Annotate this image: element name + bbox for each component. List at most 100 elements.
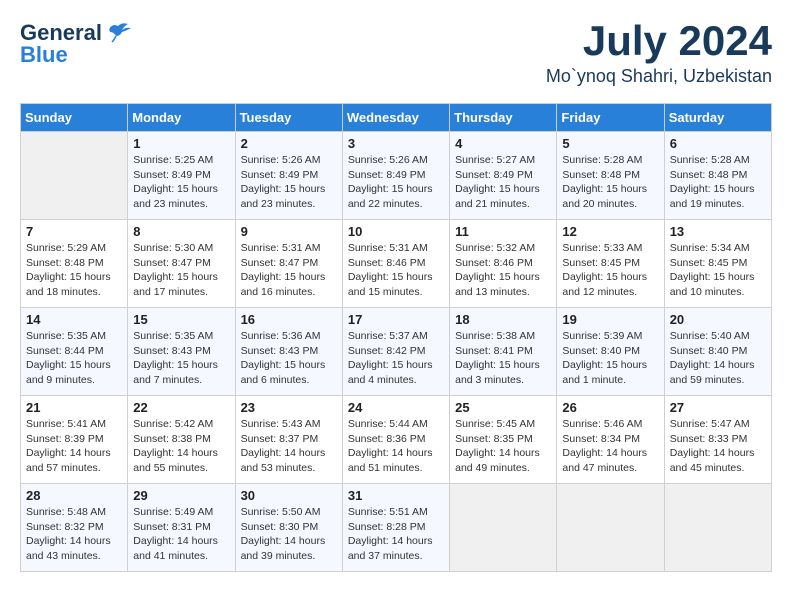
calendar-day-cell: 4 Sunrise: 5:27 AMSunset: 8:49 PMDaylight… [450, 132, 557, 220]
calendar-day-cell [664, 484, 771, 572]
calendar-day-cell: 31 Sunrise: 5:51 AMSunset: 8:28 PMDayligh… [342, 484, 449, 572]
calendar-day-header: Tuesday [235, 104, 342, 132]
day-info: Sunrise: 5:37 AMSunset: 8:42 PMDaylight:… [348, 329, 444, 388]
calendar-day-cell: 30 Sunrise: 5:50 AMSunset: 8:30 PMDayligh… [235, 484, 342, 572]
calendar-day-header: Friday [557, 104, 664, 132]
day-number: 26 [562, 400, 658, 415]
calendar-day-cell [557, 484, 664, 572]
location-title: Mo`ynoq Shahri, Uzbekistan [546, 66, 772, 87]
calendar-day-cell: 25Sunrise: 5:45 AMSunset: 8:35 PMDayligh… [450, 396, 557, 484]
day-number: 12 [562, 224, 658, 239]
day-info: Sunrise: 5:35 AMSunset: 8:43 PMDaylight:… [133, 329, 229, 388]
calendar-day-cell: 21 Sunrise: 5:41 AMSunset: 8:39 PMDayligh… [21, 396, 128, 484]
day-info: Sunrise: 5:32 AMSunset: 8:46 PMDaylight:… [455, 241, 551, 300]
day-info: Sunrise: 5:28 AMSunset: 8:48 PMDaylight:… [562, 153, 658, 212]
day-number: 31 [348, 488, 444, 503]
calendar-day-cell: 16 Sunrise: 5:36 AMSunset: 8:43 PMDayligh… [235, 308, 342, 396]
calendar-header-row: SundayMondayTuesdayWednesdayThursdayFrid… [21, 104, 772, 132]
day-info: Sunrise: 5:41 AMSunset: 8:39 PMDaylight:… [26, 417, 122, 476]
day-number: 5 [562, 136, 658, 151]
day-info: Sunrise: 5:48 AMSunset: 8:32 PMDaylight:… [26, 505, 122, 564]
day-number: 1 [133, 136, 229, 151]
day-info: Sunrise: 5:29 AMSunset: 8:48 PMDaylight:… [26, 241, 122, 300]
day-info: Sunrise: 5:44 AMSunset: 8:36 PMDaylight:… [348, 417, 444, 476]
day-number: 13 [670, 224, 766, 239]
day-info: Sunrise: 5:25 AMSunset: 8:49 PMDaylight:… [133, 153, 229, 212]
calendar-day-cell: 20Sunrise: 5:40 AMSunset: 8:40 PMDayligh… [664, 308, 771, 396]
logo-bird-icon [104, 22, 132, 44]
calendar-day-cell: 10 Sunrise: 5:31 AMSunset: 8:46 PMDayligh… [342, 220, 449, 308]
day-info: Sunrise: 5:39 AMSunset: 8:40 PMDaylight:… [562, 329, 658, 388]
calendar-day-cell: 29Sunrise: 5:49 AMSunset: 8:31 PMDayligh… [128, 484, 235, 572]
day-number: 30 [241, 488, 337, 503]
logo: General Blue [20, 20, 132, 68]
calendar-day-cell [450, 484, 557, 572]
calendar-day-cell: 12 Sunrise: 5:33 AMSunset: 8:45 PMDayligh… [557, 220, 664, 308]
calendar-day-cell: 7Sunrise: 5:29 AMSunset: 8:48 PMDaylight… [21, 220, 128, 308]
day-info: Sunrise: 5:40 AMSunset: 8:40 PMDaylight:… [670, 329, 766, 388]
day-info: Sunrise: 5:26 AMSunset: 8:49 PMDaylight:… [348, 153, 444, 212]
day-info: Sunrise: 5:46 AMSunset: 8:34 PMDaylight:… [562, 417, 658, 476]
day-info: Sunrise: 5:36 AMSunset: 8:43 PMDaylight:… [241, 329, 337, 388]
day-number: 19 [562, 312, 658, 327]
day-number: 11 [455, 224, 551, 239]
day-number: 10 [348, 224, 444, 239]
calendar-week-row: 14 Sunrise: 5:35 AMSunset: 8:44 PMDayligh… [21, 308, 772, 396]
calendar-day-cell: 8 Sunrise: 5:30 AMSunset: 8:47 PMDaylight… [128, 220, 235, 308]
day-info: Sunrise: 5:43 AMSunset: 8:37 PMDaylight:… [241, 417, 337, 476]
calendar-day-cell: 14 Sunrise: 5:35 AMSunset: 8:44 PMDayligh… [21, 308, 128, 396]
logo-blue-text: Blue [20, 42, 68, 68]
calendar-day-cell: 1 Sunrise: 5:25 AMSunset: 8:49 PMDaylight… [128, 132, 235, 220]
calendar-week-row: 28 Sunrise: 5:48 AMSunset: 8:32 PMDayligh… [21, 484, 772, 572]
day-number: 16 [241, 312, 337, 327]
day-info: Sunrise: 5:30 AMSunset: 8:47 PMDaylight:… [133, 241, 229, 300]
calendar-day-cell: 22 Sunrise: 5:42 AMSunset: 8:38 PMDayligh… [128, 396, 235, 484]
day-number: 14 [26, 312, 122, 327]
calendar-day-cell: 26 Sunrise: 5:46 AMSunset: 8:34 PMDayligh… [557, 396, 664, 484]
day-info: Sunrise: 5:38 AMSunset: 8:41 PMDaylight:… [455, 329, 551, 388]
day-info: Sunrise: 5:35 AMSunset: 8:44 PMDaylight:… [26, 329, 122, 388]
calendar-table: SundayMondayTuesdayWednesdayThursdayFrid… [20, 103, 772, 572]
calendar-day-cell: 19 Sunrise: 5:39 AMSunset: 8:40 PMDayligh… [557, 308, 664, 396]
calendar-day-header: Saturday [664, 104, 771, 132]
day-info: Sunrise: 5:45 AMSunset: 8:35 PMDaylight:… [455, 417, 551, 476]
calendar-day-cell: 3 Sunrise: 5:26 AMSunset: 8:49 PMDaylight… [342, 132, 449, 220]
calendar-day-header: Wednesday [342, 104, 449, 132]
day-number: 8 [133, 224, 229, 239]
day-number: 3 [348, 136, 444, 151]
calendar-day-header: Sunday [21, 104, 128, 132]
calendar-day-cell: 24 Sunrise: 5:44 AMSunset: 8:36 PMDayligh… [342, 396, 449, 484]
calendar-day-cell [21, 132, 128, 220]
day-number: 24 [348, 400, 444, 415]
day-info: Sunrise: 5:31 AMSunset: 8:47 PMDaylight:… [241, 241, 337, 300]
day-number: 22 [133, 400, 229, 415]
day-number: 21 [26, 400, 122, 415]
day-number: 15 [133, 312, 229, 327]
day-info: Sunrise: 5:47 AMSunset: 8:33 PMDaylight:… [670, 417, 766, 476]
day-info: Sunrise: 5:49 AMSunset: 8:31 PMDaylight:… [133, 505, 229, 564]
day-number: 27 [670, 400, 766, 415]
title-section: July 2024 Mo`ynoq Shahri, Uzbekistan [546, 20, 772, 87]
day-info: Sunrise: 5:51 AMSunset: 8:28 PMDaylight:… [348, 505, 444, 564]
page-header: General Blue July 2024 Mo`ynoq Shahri, U… [20, 20, 772, 87]
calendar-week-row: 21 Sunrise: 5:41 AMSunset: 8:39 PMDayligh… [21, 396, 772, 484]
day-number: 28 [26, 488, 122, 503]
day-info: Sunrise: 5:31 AMSunset: 8:46 PMDaylight:… [348, 241, 444, 300]
day-number: 4 [455, 136, 551, 151]
day-info: Sunrise: 5:33 AMSunset: 8:45 PMDaylight:… [562, 241, 658, 300]
month-title: July 2024 [546, 20, 772, 62]
calendar-day-cell: 6Sunrise: 5:28 AMSunset: 8:48 PMDaylight… [664, 132, 771, 220]
calendar-day-cell: 23Sunrise: 5:43 AMSunset: 8:37 PMDayligh… [235, 396, 342, 484]
day-info: Sunrise: 5:28 AMSunset: 8:48 PMDaylight:… [670, 153, 766, 212]
day-info: Sunrise: 5:27 AMSunset: 8:49 PMDaylight:… [455, 153, 551, 212]
calendar-day-cell: 11 Sunrise: 5:32 AMSunset: 8:46 PMDayligh… [450, 220, 557, 308]
calendar-day-cell: 27 Sunrise: 5:47 AMSunset: 8:33 PMDayligh… [664, 396, 771, 484]
day-number: 2 [241, 136, 337, 151]
day-info: Sunrise: 5:42 AMSunset: 8:38 PMDaylight:… [133, 417, 229, 476]
day-info: Sunrise: 5:50 AMSunset: 8:30 PMDaylight:… [241, 505, 337, 564]
calendar-week-row: 1 Sunrise: 5:25 AMSunset: 8:49 PMDaylight… [21, 132, 772, 220]
day-number: 18 [455, 312, 551, 327]
calendar-day-cell: 18 Sunrise: 5:38 AMSunset: 8:41 PMDayligh… [450, 308, 557, 396]
calendar-day-header: Monday [128, 104, 235, 132]
calendar-day-header: Thursday [450, 104, 557, 132]
